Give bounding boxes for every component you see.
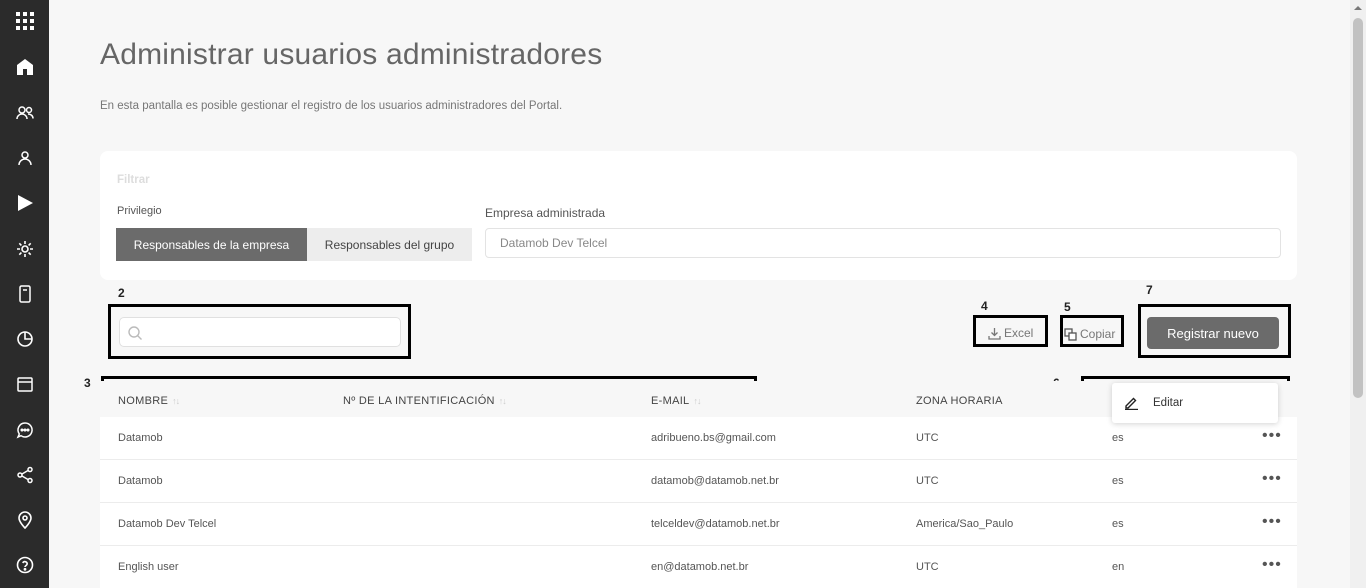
privilege-segmented-control: Responsables de la empresa Responsables … xyxy=(116,228,472,261)
row-menu-icon[interactable]: ••• xyxy=(1262,470,1282,488)
help-icon[interactable] xyxy=(0,550,49,580)
annotation-number: 4 xyxy=(981,299,988,313)
sort-icon: ↑↓ xyxy=(172,396,180,406)
annotation-number: 7 xyxy=(1146,283,1153,297)
cell-email: datamob@datamob.net.br xyxy=(651,475,779,487)
cell-timezone: UTC xyxy=(916,561,939,573)
column-header-name[interactable]: NOMBRE ↑↓ xyxy=(118,395,180,407)
cell-language: es xyxy=(1112,518,1124,530)
page-description: En esta pantalla es posible gestionar el… xyxy=(100,100,563,112)
annotation-number: 5 xyxy=(1064,300,1071,314)
register-new-button[interactable]: Registrar nuevo xyxy=(1147,317,1279,349)
column-label: Nº DE LA INTENTIFICACIÓN xyxy=(343,395,495,407)
settings-icon[interactable] xyxy=(0,234,49,264)
privilege-option-group[interactable]: Responsables del grupo xyxy=(307,228,472,261)
chat-icon[interactable] xyxy=(0,415,49,445)
page-title: Administrar usuarios administradores xyxy=(100,38,603,71)
device-icon[interactable] xyxy=(0,279,49,309)
user-icon[interactable] xyxy=(0,143,49,173)
column-label: ZONA HORARIA xyxy=(916,395,1003,407)
excel-label: Excel xyxy=(1004,326,1034,340)
search-input[interactable] xyxy=(119,317,401,347)
excel-button[interactable]: Excel xyxy=(988,326,1033,340)
row-actions-dropdown[interactable]: Editar xyxy=(1112,383,1278,423)
row-menu-icon[interactable]: ••• xyxy=(1262,513,1282,531)
cell-email: telceldev@datamob.net.br xyxy=(651,518,780,530)
table-row: Datamob datamob@datamob.net.br UTC es ••… xyxy=(100,460,1297,503)
cell-language: en xyxy=(1112,561,1125,573)
privilege-option-company[interactable]: Responsables de la empresa xyxy=(116,228,307,261)
copy-button[interactable]: Copiar xyxy=(1064,327,1115,341)
sort-icon: ↑↓ xyxy=(693,396,701,406)
annotation-number: 3 xyxy=(84,376,91,390)
cell-timezone: UTC xyxy=(916,475,939,487)
table-row: Datamob Dev Telcel telceldev@datamob.net… xyxy=(100,503,1297,546)
copy-icon xyxy=(1064,327,1077,341)
cell-name: Datamob xyxy=(118,432,163,444)
search-icon xyxy=(128,326,142,340)
cell-language: es xyxy=(1112,475,1124,487)
chart-icon[interactable] xyxy=(0,324,49,354)
row-menu-icon[interactable]: ••• xyxy=(1262,556,1282,574)
privilege-label: Privilegio xyxy=(117,205,162,217)
cell-name: Datamob xyxy=(118,475,163,487)
cell-timezone: UTC xyxy=(916,432,939,444)
scroll-thumb[interactable] xyxy=(1353,18,1363,398)
column-label: NOMBRE xyxy=(118,395,169,407)
column-label: E-MAIL xyxy=(651,395,690,407)
sidebar xyxy=(0,0,49,588)
column-header-email[interactable]: E-MAIL ↑↓ xyxy=(651,395,701,407)
table-row: Datamob adribueno.bs@gmail.com UTC es ••… xyxy=(100,417,1297,460)
edit-menu-item[interactable]: Editar xyxy=(1153,397,1183,409)
download-icon xyxy=(988,327,1001,340)
share-icon[interactable] xyxy=(0,460,49,490)
calendar-icon[interactable] xyxy=(0,369,49,399)
cell-email: adribueno.bs@gmail.com xyxy=(651,432,776,444)
play-icon[interactable] xyxy=(0,188,49,218)
cell-name: English user xyxy=(118,561,179,573)
location-icon[interactable] xyxy=(0,505,49,535)
pencil-icon xyxy=(1125,397,1138,410)
company-field[interactable]: Datamob Dev Telcel xyxy=(485,228,1281,258)
cell-name: Datamob Dev Telcel xyxy=(118,518,217,530)
company-label: Empresa administrada xyxy=(485,206,606,220)
apps-icon[interactable] xyxy=(0,6,49,36)
vertical-scrollbar[interactable] xyxy=(1350,0,1366,588)
cell-email: en@datamob.net.br xyxy=(651,561,749,573)
row-menu-icon[interactable]: ••• xyxy=(1262,427,1282,445)
filter-title: Filtrar xyxy=(117,174,150,186)
cell-timezone: America/Sao_Paulo xyxy=(916,518,1014,530)
column-header-id[interactable]: Nº DE LA INTENTIFICACIÓN ↑↓ xyxy=(343,395,507,407)
sort-icon: ↑↓ xyxy=(498,396,507,406)
filter-card: Filtrar Privilegio Responsables de la em… xyxy=(100,151,1297,280)
scroll-up-icon[interactable] xyxy=(1350,0,1366,16)
table-row: English user en@datamob.net.br UTC en ••… xyxy=(100,546,1297,588)
column-header-timezone: ZONA HORARIA xyxy=(916,395,1003,407)
group-icon[interactable] xyxy=(0,98,49,128)
home-icon[interactable] xyxy=(0,52,49,82)
copy-label: Copiar xyxy=(1080,327,1116,341)
cell-language: es xyxy=(1112,432,1124,444)
annotation-number: 2 xyxy=(118,286,125,300)
